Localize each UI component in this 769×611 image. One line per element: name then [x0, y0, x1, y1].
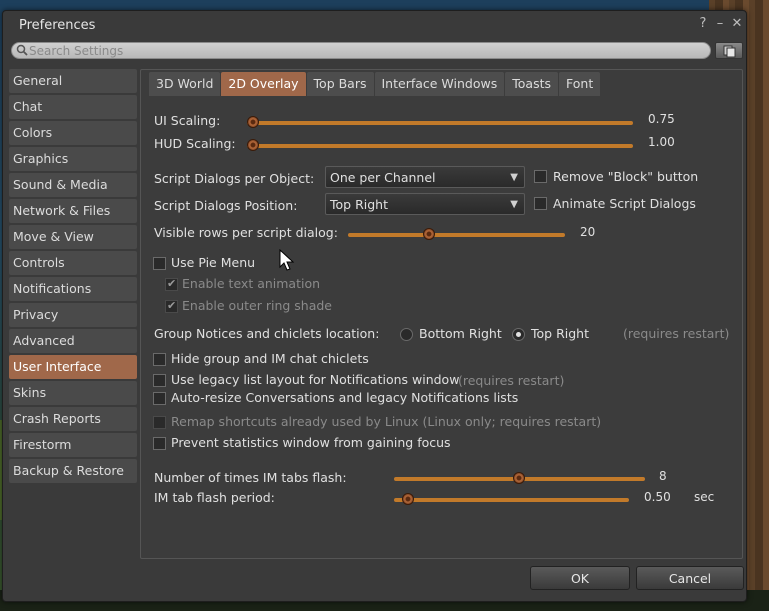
hide-chiclets-checkbox[interactable] — [153, 353, 166, 366]
help-icon[interactable]: ? — [696, 16, 710, 31]
window-title: Preferences — [19, 18, 96, 33]
tab-font[interactable]: Font — [559, 72, 601, 96]
title-bar[interactable]: Preferences ? – ✕ — [3, 11, 746, 39]
legacy-list-note: (requires restart) — [458, 373, 565, 388]
remove-block-checkbox[interactable] — [534, 170, 547, 183]
sidebar-item-sound-media[interactable]: Sound & Media — [9, 173, 137, 197]
group-notices-label: Group Notices and chiclets location: — [154, 326, 380, 341]
im-flash-period-label: IM tab flash period: — [154, 490, 275, 505]
tab-toasts[interactable]: Toasts — [505, 72, 558, 96]
radio-top-right[interactable] — [512, 328, 525, 341]
outer-ring-label: Enable outer ring shade — [182, 298, 332, 313]
im-flash-times-label: Number of times IM tabs flash: — [154, 470, 347, 485]
im-flash-times-value: 8 — [659, 469, 667, 483]
visible-rows-track[interactable] — [348, 233, 565, 237]
tab-bar: 3D World 2D Overlay Top Bars Interface W… — [149, 72, 601, 96]
pie-menu-label: Use Pie Menu — [171, 255, 256, 270]
prevent-focus-label: Prevent statistics window from gaining f… — [171, 435, 451, 450]
ok-button[interactable]: OK — [530, 566, 630, 590]
search-icon — [16, 44, 28, 56]
im-flash-times-slider-knob[interactable] — [513, 472, 525, 484]
text-animation-checkbox[interactable] — [165, 277, 178, 291]
sidebar-item-privacy[interactable]: Privacy — [9, 303, 137, 327]
tab-2d-overlay[interactable]: 2D Overlay — [221, 72, 306, 96]
tab-3d-world[interactable]: 3D World — [149, 72, 221, 96]
sidebar-item-graphics[interactable]: Graphics — [9, 147, 137, 171]
tab-interface-windows[interactable]: Interface Windows — [374, 72, 505, 96]
prevent-focus-checkbox[interactable] — [153, 437, 166, 450]
ui-scaling-label: UI Scaling: — [154, 113, 221, 128]
sidebar-item-user-interface[interactable]: User Interface — [9, 355, 137, 379]
script-dialogs-per-object-label: Script Dialogs per Object: — [154, 171, 315, 186]
radio-bottom-right[interactable] — [400, 328, 413, 341]
visible-rows-slider-knob[interactable] — [423, 228, 435, 240]
dropdown-value: One per Channel — [330, 170, 436, 185]
category-sidebar: General Chat Colors Graphics Sound & Med… — [9, 69, 137, 485]
sidebar-item-network-files[interactable]: Network & Files — [9, 199, 137, 223]
radio-top-right-label: Top Right — [531, 326, 589, 341]
hide-chiclets-label: Hide group and IM chat chiclets — [171, 351, 369, 366]
hud-scaling-label: HUD Scaling: — [154, 136, 236, 151]
im-flash-period-value: 0.50 — [644, 490, 671, 504]
visible-rows-value: 20 — [580, 225, 596, 239]
sidebar-item-backup-restore[interactable]: Backup & Restore — [9, 459, 137, 483]
animate-dialogs-checkbox[interactable] — [534, 197, 547, 210]
search-input[interactable]: Search Settings — [29, 44, 123, 58]
script-dialogs-position-dropdown[interactable]: Top Right ▼ — [325, 193, 525, 215]
im-flash-period-slider-knob[interactable] — [402, 493, 414, 505]
chevron-down-icon: ▼ — [510, 172, 518, 183]
remap-shortcuts-label: Remap shortcuts already used by Linux (L… — [171, 414, 602, 429]
settings-panel: 3D World 2D Overlay Top Bars Interface W… — [140, 69, 743, 559]
group-notices-note: (requires restart) — [623, 326, 730, 341]
visible-rows-label: Visible rows per script dialog: — [154, 225, 338, 240]
sidebar-item-crash-reports[interactable]: Crash Reports — [9, 407, 137, 431]
sidebar-item-chat[interactable]: Chat — [9, 95, 137, 119]
legacy-list-label: Use legacy list layout for Notifications… — [171, 372, 460, 387]
copy-icon — [723, 45, 736, 58]
legacy-list-checkbox[interactable] — [153, 374, 166, 387]
ui-scaling-slider-knob[interactable] — [247, 116, 259, 128]
outer-ring-checkbox[interactable] — [165, 299, 178, 313]
sidebar-item-advanced[interactable]: Advanced — [9, 329, 137, 353]
ui-scaling-track[interactable] — [247, 121, 633, 125]
animate-dialogs-label: Animate Script Dialogs — [553, 196, 696, 211]
sidebar-item-skins[interactable]: Skins — [9, 381, 137, 405]
radio-bottom-right-label: Bottom Right — [419, 326, 502, 341]
pie-menu-checkbox[interactable] — [153, 257, 166, 270]
im-flash-period-track[interactable] — [394, 498, 629, 502]
sidebar-item-notifications[interactable]: Notifications — [9, 277, 137, 301]
auto-resize-label: Auto-resize Conversations and legacy Not… — [171, 390, 519, 405]
remap-shortcuts-checkbox[interactable] — [153, 416, 166, 429]
chevron-down-icon: ▼ — [510, 199, 518, 210]
tab-top-bars[interactable]: Top Bars — [306, 72, 374, 96]
im-flash-period-unit: sec — [694, 490, 715, 504]
mouse-cursor-icon — [279, 249, 295, 271]
cancel-button[interactable]: Cancel — [636, 566, 744, 590]
hud-scaling-slider-knob[interactable] — [247, 139, 259, 151]
ui-scaling-value: 0.75 — [648, 112, 675, 126]
sidebar-item-firestorm[interactable]: Firestorm — [9, 433, 137, 457]
auto-resize-checkbox[interactable] — [153, 392, 166, 405]
hud-scaling-value: 1.00 — [648, 135, 675, 149]
hud-scaling-track[interactable] — [247, 144, 633, 148]
sidebar-item-controls[interactable]: Controls — [9, 251, 137, 275]
script-dialogs-position-label: Script Dialogs Position: — [154, 198, 298, 213]
search-field[interactable]: Search Settings — [11, 42, 711, 59]
text-animation-label: Enable text animation — [182, 276, 321, 291]
preferences-window: Preferences ? – ✕ Search Settings Genera… — [2, 10, 747, 602]
dropdown-value: Top Right — [330, 197, 388, 212]
remove-block-label: Remove "Block" button — [553, 169, 699, 184]
minimize-icon[interactable]: – — [713, 16, 727, 31]
sidebar-item-general[interactable]: General — [9, 69, 137, 93]
script-dialogs-per-object-dropdown[interactable]: One per Channel ▼ — [325, 166, 525, 188]
search-options-button[interactable] — [715, 42, 743, 59]
sidebar-item-move-view[interactable]: Move & View — [9, 225, 137, 249]
close-icon[interactable]: ✕ — [730, 16, 744, 31]
sidebar-item-colors[interactable]: Colors — [9, 121, 137, 145]
